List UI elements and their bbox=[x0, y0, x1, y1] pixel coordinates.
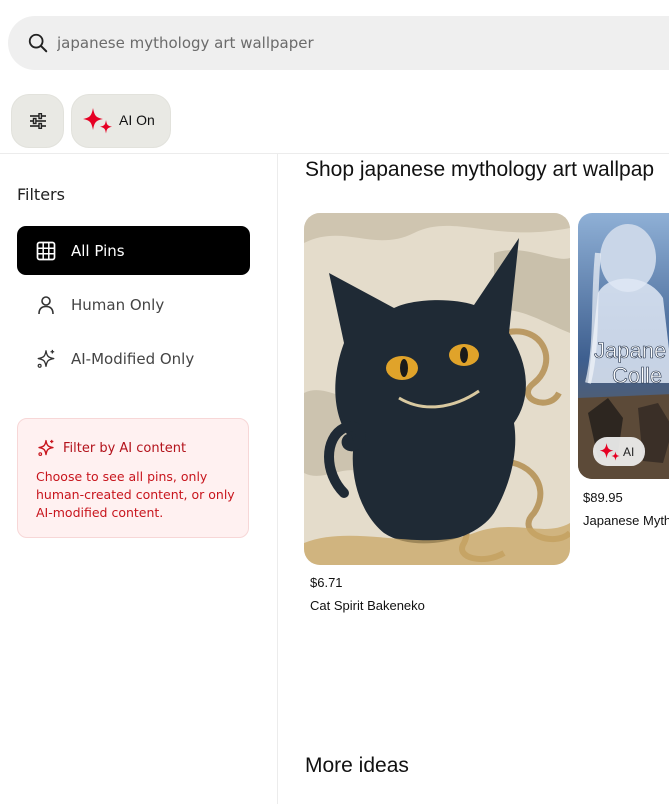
filter-ai-modified-only-label: AI-Modified Only bbox=[71, 349, 195, 368]
ai-sparkle-icon bbox=[599, 442, 620, 461]
ai-toggle-button[interactable]: AI On bbox=[71, 94, 171, 148]
sparkles-icon bbox=[36, 349, 56, 369]
header-divider bbox=[0, 153, 669, 154]
search-icon bbox=[28, 33, 48, 53]
info-title: Filter by AI content bbox=[63, 440, 187, 456]
sparkles-icon bbox=[38, 439, 54, 457]
ai-badge-label: AI bbox=[623, 444, 635, 459]
filter-human-only-label: Human Only bbox=[71, 295, 165, 314]
filter-all-pins[interactable]: All Pins bbox=[17, 226, 250, 275]
product-name[interactable]: Japanese Myth bbox=[583, 513, 669, 528]
shop-section-title: Shop japanese mythology art wallpap bbox=[305, 158, 655, 181]
filter-all-pins-label: All Pins bbox=[71, 241, 125, 260]
black-cat-artwork bbox=[304, 213, 570, 565]
filters-title: Filters bbox=[17, 185, 65, 204]
info-body: Choose to see all pins, only human-creat… bbox=[36, 469, 235, 520]
card2-image-text-line2: Colle bbox=[612, 363, 662, 388]
filter-human-only[interactable]: Human Only bbox=[17, 280, 250, 329]
ai-filter-info-box: Filter by AI content Choose to see all p… bbox=[17, 418, 249, 538]
sidebar-divider bbox=[277, 154, 278, 804]
filter-ai-modified-only[interactable]: AI-Modified Only bbox=[17, 334, 250, 383]
product-name[interactable]: Cat Spirit Bakeneko bbox=[310, 598, 425, 613]
product-price: $89.95 bbox=[583, 490, 623, 505]
person-icon bbox=[36, 295, 56, 315]
sliders-icon bbox=[29, 113, 46, 129]
filter-settings-button[interactable] bbox=[11, 94, 64, 148]
grid-icon bbox=[36, 241, 56, 261]
card2-image-text-line1: Japane bbox=[594, 338, 666, 363]
search-input[interactable] bbox=[57, 30, 617, 56]
ai-toggle-label: AI On bbox=[119, 112, 155, 128]
ai-badge: AI bbox=[593, 437, 645, 466]
more-ideas-heading: More ideas bbox=[305, 754, 409, 777]
product-card-image[interactable] bbox=[304, 213, 570, 565]
ai-sparkle-icon bbox=[83, 108, 112, 134]
product-price: $6.71 bbox=[310, 575, 343, 590]
search-bar[interactable] bbox=[8, 16, 669, 70]
